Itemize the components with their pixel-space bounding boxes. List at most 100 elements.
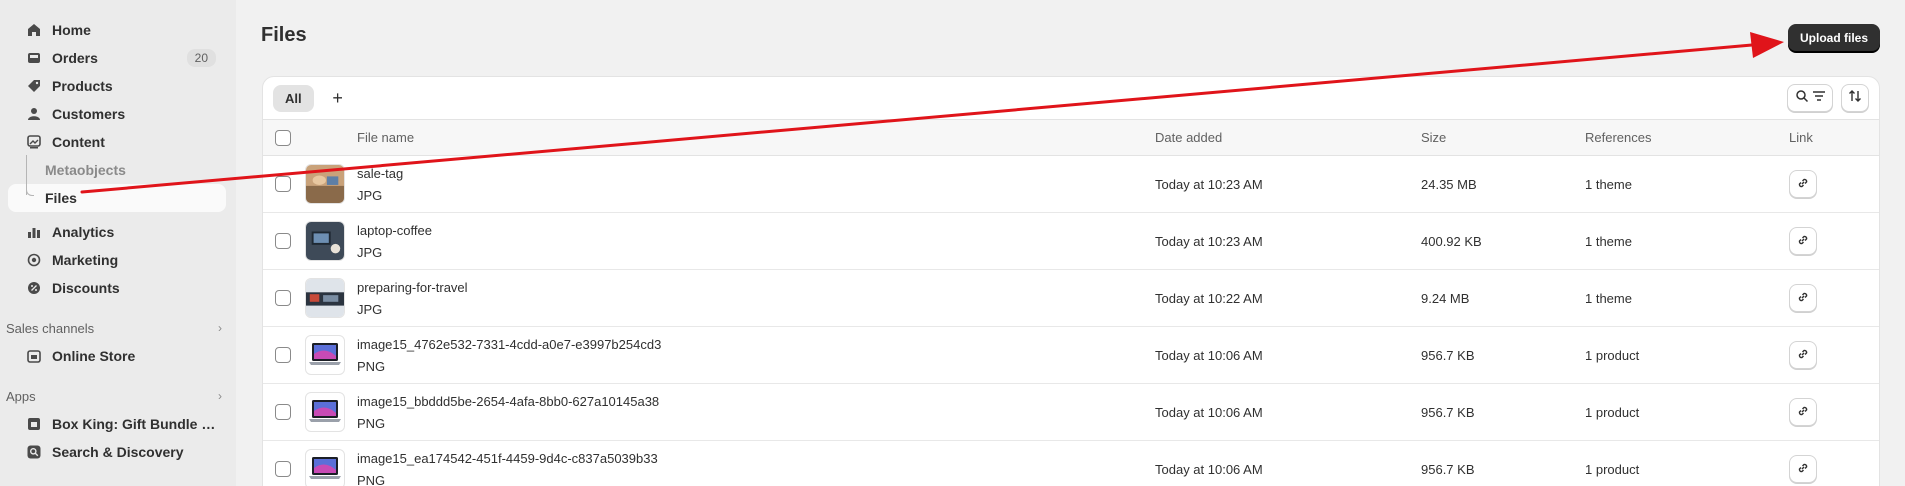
copy-link-button[interactable] bbox=[1789, 455, 1817, 483]
nav-customers[interactable]: Customers bbox=[6, 100, 226, 128]
sort-icon bbox=[1848, 89, 1862, 108]
row-checkbox[interactable] bbox=[275, 290, 291, 306]
copy-link-button[interactable] bbox=[1789, 284, 1817, 312]
file-thumbnail bbox=[305, 164, 345, 204]
file-thumbnail bbox=[305, 335, 345, 375]
orders-count-badge: 20 bbox=[186, 49, 216, 67]
table-row[interactable]: preparing-for-travel JPG Today at 10:22 … bbox=[263, 270, 1879, 327]
file-size: 956.7 KB bbox=[1421, 347, 1475, 363]
nav-app-box-king[interactable]: Box King: Gift Bundle Buil... bbox=[6, 410, 226, 438]
column-file-name[interactable]: File name bbox=[357, 130, 414, 145]
file-references: 1 product bbox=[1585, 404, 1640, 420]
apps-heading[interactable]: Apps › bbox=[6, 382, 222, 410]
nav-app-search-discovery[interactable]: Search & Discovery bbox=[6, 438, 226, 466]
sort-button[interactable] bbox=[1841, 84, 1869, 112]
target-icon bbox=[26, 252, 42, 268]
column-date-added[interactable]: Date added bbox=[1155, 130, 1222, 145]
upload-files-button[interactable]: Upload files bbox=[1788, 24, 1880, 52]
file-type: JPG bbox=[357, 188, 383, 203]
nav-discounts[interactable]: Discounts bbox=[6, 274, 226, 302]
orders-icon bbox=[26, 50, 42, 66]
nav-orders[interactable]: Orders 20 bbox=[6, 44, 226, 72]
file-thumbnail bbox=[305, 221, 345, 261]
row-checkbox[interactable] bbox=[275, 404, 291, 420]
content-icon bbox=[26, 134, 42, 150]
file-references: 1 theme bbox=[1585, 290, 1632, 306]
row-checkbox[interactable] bbox=[275, 347, 291, 363]
file-size: 956.7 KB bbox=[1421, 461, 1475, 477]
file-references: 1 theme bbox=[1585, 233, 1632, 249]
search-filter-button[interactable] bbox=[1787, 84, 1833, 112]
file-references: 1 product bbox=[1585, 461, 1640, 477]
table-row[interactable]: image15_bbddd5be-2654-4afa-8bb0-627a1014… bbox=[263, 384, 1879, 441]
add-view-button[interactable]: + bbox=[326, 88, 350, 109]
nav-content[interactable]: Content bbox=[6, 128, 226, 156]
nav-online-store[interactable]: Online Store bbox=[6, 342, 226, 370]
date-added: Today at 10:06 AM bbox=[1155, 461, 1263, 477]
row-checkbox[interactable] bbox=[275, 461, 291, 477]
copy-link-button[interactable] bbox=[1789, 341, 1817, 369]
nav-metaobjects[interactable]: Metaobjects bbox=[8, 156, 226, 184]
file-references: 1 product bbox=[1585, 347, 1640, 363]
file-name[interactable]: image15_ea174542-451f-4459-9d4c-c837a503… bbox=[357, 450, 658, 468]
link-icon bbox=[1796, 176, 1810, 193]
nav-analytics[interactable]: Analytics bbox=[6, 218, 226, 246]
nav-products[interactable]: Products bbox=[6, 72, 226, 100]
table-row[interactable]: sale-tag JPG Today at 10:23 AM 24.35 MB … bbox=[263, 156, 1879, 213]
link-icon bbox=[1796, 404, 1810, 421]
table-row[interactable]: image15_ea174542-451f-4459-9d4c-c837a503… bbox=[263, 441, 1879, 486]
link-icon bbox=[1796, 290, 1810, 307]
file-name[interactable]: image15_4762e532-7331-4cdd-a0e7-e3997b25… bbox=[357, 336, 661, 354]
column-references[interactable]: References bbox=[1585, 130, 1651, 145]
page-title: Files bbox=[261, 24, 307, 46]
date-added: Today at 10:23 AM bbox=[1155, 176, 1263, 192]
copy-link-button[interactable] bbox=[1789, 227, 1817, 255]
chevron-right-icon: › bbox=[218, 321, 222, 335]
store-icon bbox=[26, 348, 42, 364]
file-type: PNG bbox=[357, 473, 386, 486]
chevron-right-icon: › bbox=[218, 389, 222, 403]
search-icon bbox=[1795, 89, 1809, 108]
file-references: 1 theme bbox=[1585, 176, 1632, 192]
file-type: JPG bbox=[357, 302, 383, 317]
file-name[interactable]: laptop-coffee bbox=[357, 222, 432, 240]
tag-icon bbox=[26, 78, 42, 94]
link-icon bbox=[1796, 347, 1810, 364]
file-type: PNG bbox=[357, 359, 386, 374]
nav-home[interactable]: Home bbox=[6, 16, 226, 44]
table-row[interactable]: image15_4762e532-7331-4cdd-a0e7-e3997b25… bbox=[263, 327, 1879, 384]
copy-link-button[interactable] bbox=[1789, 170, 1817, 198]
file-name[interactable]: sale-tag bbox=[357, 165, 403, 183]
sales-channels-heading[interactable]: Sales channels › bbox=[6, 314, 222, 342]
date-added: Today at 10:06 AM bbox=[1155, 347, 1263, 363]
select-all-checkbox[interactable] bbox=[275, 129, 291, 146]
link-icon bbox=[1796, 461, 1810, 478]
file-name[interactable]: image15_bbddd5be-2654-4afa-8bb0-627a1014… bbox=[357, 393, 659, 411]
file-name[interactable]: preparing-for-travel bbox=[357, 279, 468, 297]
discount-icon bbox=[26, 280, 42, 296]
table-header: File name Date added Size References Lin… bbox=[263, 120, 1879, 156]
date-added: Today at 10:23 AM bbox=[1155, 233, 1263, 249]
tab-all[interactable]: All bbox=[273, 84, 314, 112]
nav-files[interactable]: Files bbox=[8, 184, 226, 212]
column-link: Link bbox=[1789, 130, 1813, 145]
column-size[interactable]: Size bbox=[1421, 130, 1446, 145]
search-icon bbox=[26, 444, 42, 460]
table-row[interactable]: laptop-coffee JPG Today at 10:23 AM 400.… bbox=[263, 213, 1879, 270]
file-type: PNG bbox=[357, 416, 386, 431]
file-size: 24.35 MB bbox=[1421, 176, 1477, 192]
date-added: Today at 10:22 AM bbox=[1155, 290, 1263, 306]
copy-link-button[interactable] bbox=[1789, 398, 1817, 426]
file-thumbnail bbox=[305, 392, 345, 432]
link-icon bbox=[1796, 233, 1810, 250]
file-thumbnail bbox=[305, 278, 345, 318]
files-card: All + File name Date added Size Referenc… bbox=[262, 76, 1880, 486]
row-checkbox[interactable] bbox=[275, 176, 291, 192]
file-size: 956.7 KB bbox=[1421, 404, 1475, 420]
file-size: 9.24 MB bbox=[1421, 290, 1470, 306]
row-checkbox[interactable] bbox=[275, 233, 291, 249]
file-size: 400.92 KB bbox=[1421, 233, 1482, 249]
home-icon bbox=[26, 22, 42, 38]
file-type: JPG bbox=[357, 245, 383, 260]
nav-marketing[interactable]: Marketing bbox=[6, 246, 226, 274]
